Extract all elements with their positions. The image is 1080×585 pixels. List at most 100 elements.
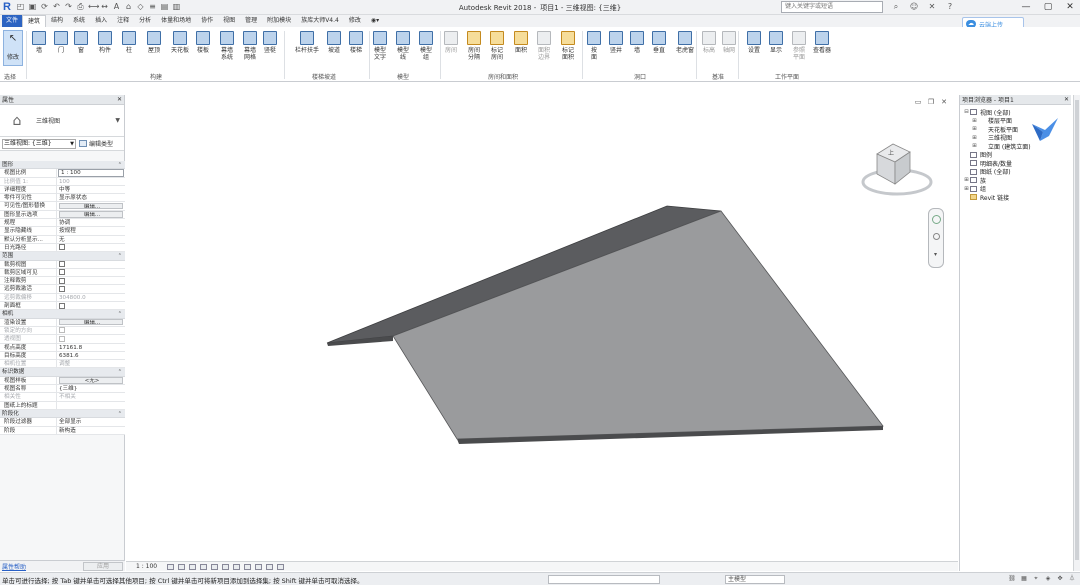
tab-7[interactable]: 体量和场地: [156, 15, 196, 27]
render-icon[interactable]: [211, 563, 219, 570]
ribbon-button-16[interactable]: 模型 组: [419, 31, 433, 61]
ribbon-button-9[interactable]: 幕墙 网格: [243, 31, 257, 61]
expand-toggle-icon[interactable]: ⊞: [963, 186, 970, 192]
panel-select[interactable]: 选择: [4, 72, 16, 81]
sun-path-icon[interactable]: [189, 563, 197, 570]
checkbox-icon[interactable]: [59, 244, 65, 251]
zoom-icon[interactable]: [933, 233, 940, 240]
property-edit-button[interactable]: <无>: [59, 377, 123, 384]
maximize-icon[interactable]: ▢: [1042, 1, 1054, 13]
ribbon-button-1[interactable]: 门: [54, 31, 68, 54]
ribbon-button-17[interactable]: 房间: [444, 31, 458, 54]
collapse-icon[interactable]: ⌃: [118, 310, 122, 318]
detail-level-icon[interactable]: [167, 563, 175, 570]
checkbox-icon[interactable]: [59, 285, 65, 292]
tab-2[interactable]: 结构: [46, 15, 68, 27]
face-select-icon[interactable]: ◈: [1044, 575, 1052, 583]
ribbon-button-13[interactable]: 楼梯: [349, 31, 363, 54]
modify-button[interactable]: ↖ 修改: [3, 30, 23, 66]
help-icon[interactable]: ?: [944, 2, 956, 12]
ribbon-button-31[interactable]: 显示: [769, 31, 783, 54]
tab-6[interactable]: 分析: [134, 15, 156, 27]
close-icon[interactable]: ✕: [117, 96, 122, 103]
ribbon-button-5[interactable]: 屋顶: [147, 31, 161, 54]
property-checkbox[interactable]: [57, 261, 125, 268]
ribbon-button-0[interactable]: 墙: [32, 31, 46, 54]
ribbon-button-4[interactable]: 柱: [122, 31, 136, 54]
ribbon-button-24[interactable]: 竖井: [609, 31, 623, 54]
expand-toggle-icon[interactable]: ⊞: [971, 135, 978, 141]
ribbon-button-20[interactable]: 面积: [514, 31, 528, 54]
chevron-down-icon[interactable]: ▾: [934, 251, 937, 258]
ribbon-button-25[interactable]: 墙: [630, 31, 644, 54]
property-group-header[interactable]: 标识数据 ⌃: [0, 368, 125, 377]
apply-button[interactable]: 应用: [83, 561, 123, 571]
visual-style-icon[interactable]: [178, 563, 186, 570]
ribbon-button-32[interactable]: 参照 平面: [792, 31, 806, 61]
tab-8[interactable]: 协作: [196, 15, 218, 27]
link-icon[interactable]: ⛓: [1008, 575, 1016, 583]
tab-4[interactable]: 插入: [90, 15, 112, 27]
property-checkbox[interactable]: [57, 277, 125, 284]
ribbon-button-30[interactable]: 设置: [747, 31, 761, 54]
collapse-icon[interactable]: ⌃: [118, 368, 122, 376]
tab-10[interactable]: 管理: [240, 15, 262, 27]
lock-icon[interactable]: [244, 563, 252, 570]
tab-1[interactable]: 建筑: [22, 15, 47, 27]
view-instance-select[interactable]: 三维视图: {三维} ▼: [2, 138, 76, 149]
steering-wheel-icon[interactable]: [932, 215, 941, 224]
property-value[interactable]: [57, 402, 125, 409]
reveal-icon[interactable]: [266, 563, 274, 570]
roof-model[interactable]: [126, 95, 958, 561]
tab-3[interactable]: 系统: [68, 15, 90, 27]
property-checkbox[interactable]: [57, 285, 125, 292]
property-value[interactable]: 全部显示: [57, 418, 125, 425]
browser-tree-item[interactable]: 明细表/数量: [960, 159, 1071, 168]
ribbon-button-27[interactable]: 老虎窗: [676, 31, 694, 54]
tab-0[interactable]: 文件: [2, 15, 23, 27]
ribbon-button-23[interactable]: 按 面: [587, 31, 601, 61]
ribbon-button-12[interactable]: 坡道: [327, 31, 341, 54]
ribbon-button-15[interactable]: 模型 线: [396, 31, 410, 61]
ribbon-button-3[interactable]: 构件: [98, 31, 112, 54]
property-value[interactable]: 中等: [57, 186, 125, 193]
workset-field[interactable]: 主模型: [725, 575, 785, 584]
collapse-icon[interactable]: ⌃: [118, 410, 122, 418]
property-group-header[interactable]: 阶段化 ⌃: [0, 409, 125, 419]
ribbon-button-11[interactable]: 栏杆扶手: [295, 31, 319, 54]
expand-toggle-icon[interactable]: ⊟: [963, 109, 970, 115]
expand-toggle-icon[interactable]: ⊞: [963, 177, 970, 183]
tab-11[interactable]: 附加模块: [262, 15, 296, 27]
viewcube[interactable]: 上: [855, 140, 935, 200]
property-value[interactable]: 显示原状态: [57, 194, 125, 201]
ribbon-button-10[interactable]: 竖梃: [263, 31, 277, 54]
viewport-minimize-icon[interactable]: ▭: [914, 98, 922, 106]
ribbon-button-22[interactable]: 标记 面积: [561, 31, 575, 61]
viewport-restore-icon[interactable]: ❐: [927, 98, 935, 106]
3d-viewport[interactable]: [126, 95, 958, 561]
pinned-icon[interactable]: ⌖: [1032, 575, 1040, 583]
browser-tree-item[interactable]: 图例: [960, 151, 1071, 159]
close-icon[interactable]: ✕: [1064, 96, 1069, 103]
property-group-header[interactable]: 范围 ⌃: [0, 252, 125, 261]
expand-toggle-icon[interactable]: ⊞: [971, 118, 978, 124]
browser-scrollbar[interactable]: [1073, 95, 1080, 571]
checkbox-icon[interactable]: [59, 302, 65, 309]
browser-tree-item[interactable]: Revit 链接: [960, 193, 1071, 202]
property-value[interactable]: 按规程: [57, 227, 125, 234]
collapse-icon[interactable]: ⌃: [118, 161, 122, 169]
browser-tree-item[interactable]: ⊞ 族: [960, 176, 1071, 185]
drag-icon[interactable]: ✥: [1056, 575, 1064, 583]
property-value[interactable]: 协调: [57, 219, 125, 226]
property-edit-button[interactable]: 编辑...: [59, 319, 123, 326]
property-value[interactable]: 新构造: [57, 427, 125, 434]
ribbon-button-2[interactable]: 窗: [74, 31, 88, 54]
property-edit-button[interactable]: 编辑...: [59, 202, 123, 210]
browser-tree-item[interactable]: ⊞ 组: [960, 185, 1071, 193]
minimize-icon[interactable]: —: [1020, 1, 1032, 13]
edit-type-button[interactable]: 编辑类型: [79, 139, 113, 148]
property-edit-button[interactable]: 编辑...: [59, 211, 123, 218]
collapse-icon[interactable]: ⌃: [118, 252, 122, 260]
ribbon-button-19[interactable]: 标记 房间: [490, 31, 504, 61]
search-input[interactable]: 键入关键字或短语: [781, 1, 883, 13]
